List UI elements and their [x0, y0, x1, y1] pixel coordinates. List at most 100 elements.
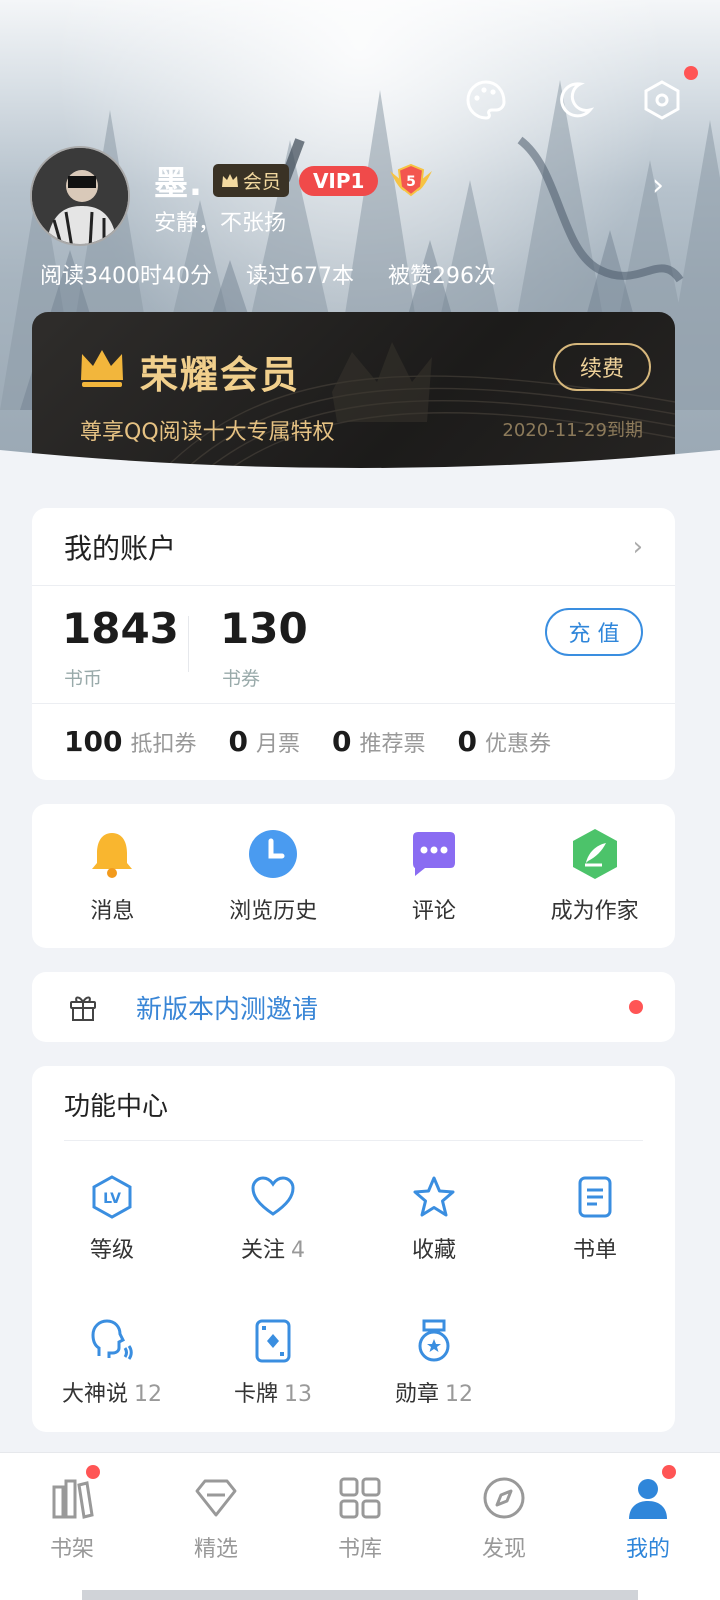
function-follow[interactable]: 关注 4 [193, 1174, 353, 1264]
beta-invite-label: 新版本内测邀请 [136, 994, 319, 1025]
function-level[interactable]: LV 等级 [32, 1174, 192, 1264]
vip-subtitle: 尊享QQ阅读十大专属特权 [80, 420, 335, 445]
diamond-icon [195, 1479, 237, 1517]
heart-icon [251, 1176, 295, 1216]
account-balances: 1843 书币 130 书券 充 值 [32, 586, 675, 704]
compass-icon [483, 1477, 525, 1519]
account-header[interactable]: 我的账户 › [32, 508, 675, 586]
level-badge[interactable]: 5 [388, 161, 434, 201]
ticket-value: 0 [331, 724, 352, 758]
night-mode-icon[interactable] [552, 78, 596, 122]
ticket-row: 100 抵扣券 0 月票 0 推荐票 0 优惠券 [32, 704, 675, 778]
quick-action-label: 浏览历史 [229, 899, 318, 924]
tab-label: 书库 [337, 1537, 382, 1562]
ticket-value: 0 [228, 724, 248, 758]
avatar[interactable] [30, 146, 130, 246]
quick-action-label: 成为作家 [550, 899, 639, 924]
function-favorites[interactable]: 收藏 [354, 1174, 514, 1264]
renew-button[interactable]: 续费 [553, 343, 651, 391]
vip-crown-icon [81, 350, 123, 387]
beta-invite-banner[interactable]: 新版本内测邀请 [32, 972, 675, 1042]
function-count: 12 [445, 1382, 473, 1407]
function-count: 12 [134, 1382, 162, 1407]
card-icon [255, 1319, 291, 1363]
quick-action-label: 消息 [90, 899, 135, 924]
profile-page: 墨. 会员 VIP1 5 安静，不张扬 › 阅读3400时40分 读过677本 … [0, 0, 720, 1600]
tab-bookshelf[interactable]: 书架 [0, 1453, 144, 1600]
ticket-value: 0 [457, 724, 477, 758]
member-badge[interactable]: 会员 [212, 164, 289, 197]
coin-label: 书币 [64, 668, 103, 690]
ticket-value: 100 [64, 724, 123, 758]
settings-icon[interactable] [640, 66, 698, 122]
tab-label: 我的 [625, 1537, 670, 1562]
tab-me[interactable]: 我的 [576, 1453, 720, 1600]
stat-books-read: 读过677本 [245, 264, 354, 289]
theme-palette-icon[interactable] [464, 78, 508, 122]
profile-chevron-right-icon[interactable]: › [652, 168, 664, 203]
quick-action-comments[interactable]: 评论 [359, 827, 509, 925]
tab-badge [662, 1465, 676, 1479]
stat-reading-time: 阅读3400时40分 [40, 264, 212, 289]
pen-icon [572, 829, 617, 879]
user-icon [629, 1479, 667, 1519]
clock-icon [249, 830, 298, 878]
ticket-deduction[interactable]: 100 抵扣券 [64, 725, 196, 758]
grid-icon [339, 1477, 381, 1519]
tab-library[interactable]: 书库 [288, 1453, 432, 1600]
account-title: 我的账户 [64, 531, 177, 565]
function-medals[interactable]: 勋章 12 [354, 1318, 514, 1408]
quick-action-become-writer[interactable]: 成为作家 [520, 827, 670, 925]
quick-action-label: 评论 [411, 899, 456, 924]
voucher-label: 书券 [222, 668, 261, 690]
settings-badge [684, 66, 698, 80]
account-chevron-right-icon: › [632, 531, 643, 562]
tab-discover[interactable]: 发现 [432, 1453, 576, 1600]
member-badge-label: 会员 [242, 171, 281, 193]
function-label: 关注 [240, 1238, 285, 1263]
quick-action-history[interactable]: 浏览历史 [198, 827, 348, 925]
function-center: 功能中心 LV 等级 关注 4 收藏 书单 大神说 12 卡牌 13 勋章 12 [32, 1066, 675, 1432]
vip-badge[interactable]: VIP1 [298, 165, 379, 196]
booklist-icon [578, 1176, 612, 1218]
gift-icon [70, 996, 96, 1021]
ticket-label: 推荐票 [359, 731, 426, 757]
nickname: 墨. [154, 164, 203, 204]
function-cards[interactable]: 卡牌 13 [193, 1318, 353, 1408]
tab-label: 发现 [481, 1537, 526, 1562]
invite-badge [629, 1000, 643, 1014]
function-booklist[interactable]: 书单 [515, 1174, 675, 1264]
star-icon [413, 1176, 455, 1217]
tab-label: 精选 [193, 1537, 238, 1562]
ticket-label: 抵扣券 [130, 731, 197, 757]
ticket-recommend[interactable]: 0 推荐票 [332, 725, 426, 758]
bookshelf-icon [52, 1479, 94, 1519]
medal-icon [418, 1319, 450, 1362]
function-master-talk[interactable]: 大神说 12 [32, 1318, 192, 1408]
quick-action-messages[interactable]: 消息 [37, 827, 187, 925]
ticket-label: 月票 [255, 731, 300, 757]
function-label: 等级 [89, 1238, 134, 1263]
function-label: 卡牌 [233, 1382, 278, 1407]
reading-stats: 阅读3400时40分 读过677本 被赞296次 [40, 258, 496, 290]
level-icon: LV [92, 1175, 132, 1219]
crown-icon [221, 174, 238, 187]
coin-balance[interactable]: 1843 [62, 604, 179, 653]
signature: 安静，不张扬 [154, 211, 287, 236]
vip-title: 荣耀会员 [140, 353, 301, 397]
ticket-coupon[interactable]: 0 优惠券 [457, 725, 551, 758]
bottom-tab-bar: 书架 精选 书库 发现 我的 [0, 1452, 720, 1600]
function-label: 勋章 [394, 1382, 439, 1407]
bell-icon [92, 833, 133, 878]
ticket-monthly[interactable]: 0 月票 [228, 725, 300, 758]
chat-icon [412, 832, 455, 876]
voucher-balance[interactable]: 130 [220, 604, 308, 653]
quick-actions: 消息 浏览历史 评论 成为作家 [32, 804, 675, 948]
ticket-label: 优惠券 [484, 731, 551, 757]
vip-expiry: 2020-11-29到期 [502, 420, 643, 441]
function-label: 大神说 [61, 1382, 128, 1407]
recharge-button[interactable]: 充 值 [545, 608, 643, 656]
function-label: 收藏 [411, 1238, 456, 1263]
function-count: 13 [284, 1382, 312, 1407]
tab-featured[interactable]: 精选 [144, 1453, 288, 1600]
